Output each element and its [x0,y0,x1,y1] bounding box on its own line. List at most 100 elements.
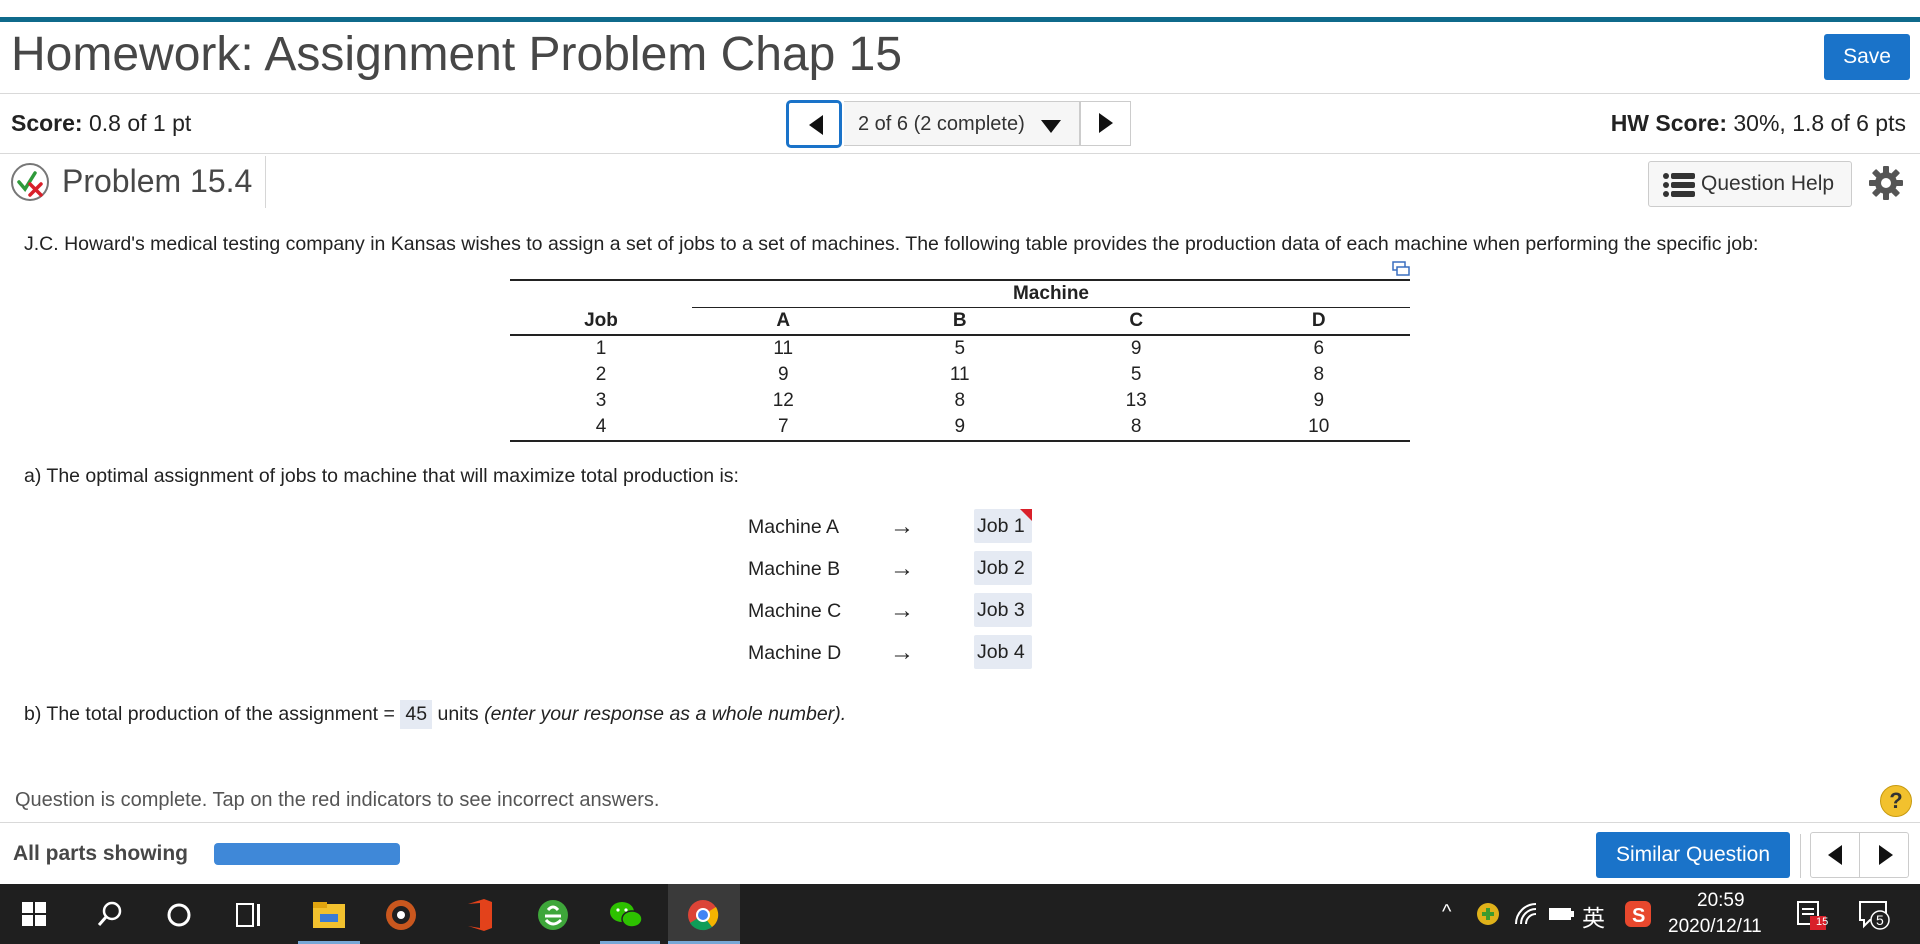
top-accent-bar [0,17,1920,22]
divider [0,93,1920,94]
right-arrow-icon: → [890,513,914,540]
machine-label: Machine D [748,642,842,664]
table-cell: 8 [954,390,966,411]
gear-icon[interactable] [1868,165,1904,201]
question-help-label: Question Help [1701,172,1835,195]
calendar-badge: 15 [1816,916,1829,928]
cortana-icon[interactable] [166,902,192,928]
part-a-text: a) The optimal assignment of jobs to mac… [24,465,739,487]
answer-select-job[interactable]: Job 3 [974,593,1032,627]
production-table: Machine Job A B C D 1 11 5 9 6 2 9 11 5 … [510,279,1410,442]
answer-select-job[interactable]: Job 2 [974,551,1032,585]
battery-icon[interactable] [1548,904,1574,924]
next-question-button[interactable] [1080,101,1131,146]
help-icon[interactable]: ? [1880,785,1912,817]
previous-question-button[interactable] [786,100,842,148]
machine-label: Machine C [748,600,842,622]
question-text: J.C. Howard's medical testing company in… [24,233,1759,255]
table-row: 3 12 8 13 9 [510,388,1410,414]
table-cell: 3 [595,390,607,411]
status-message: Question is complete. Tap on the red ind… [15,789,660,811]
all-parts-label: All parts showing [13,842,189,865]
office-icon[interactable] [466,898,494,932]
clock-time[interactable]: 20:59 [1697,890,1745,912]
table-cell: 11 [949,364,970,385]
wifi-icon[interactable] [1514,902,1538,926]
task-view-icon[interactable] [236,902,264,928]
chrome-icon [688,900,719,931]
table-cell: 9 [1130,338,1142,359]
job-column-header: Job [510,307,692,336]
ime-indicator[interactable]: 英 [1582,899,1605,933]
machine-label: Machine A [748,516,840,538]
divider [265,156,266,208]
answer-select-job[interactable]: Job 4 [974,635,1032,669]
hw-score-value: 30%, 1.8 of 6 pts [1733,110,1906,136]
table-cell: 13 [1125,390,1147,411]
answer-value: Job 1 [977,515,1025,537]
total-production-input[interactable]: 45 [400,700,433,729]
sogou-ime-icon[interactable]: S [1624,900,1652,928]
score: Score: 0.8 of 1 pt [11,110,191,137]
table-cell: 5 [954,338,966,359]
divider [1800,834,1801,878]
column-header: D [1227,307,1410,336]
caret-down-icon [1041,120,1061,133]
chrome-taskbar-button[interactable] [668,884,740,944]
notification-count: 5 [1876,912,1884,928]
security-tray-icon[interactable] [1476,902,1500,926]
ie-browser-icon[interactable] [536,898,570,932]
column-header: B [874,307,1045,336]
hw-score: HW Score: 30%, 1.8 of 6 pts [1611,110,1906,137]
progress-bar [214,843,400,865]
part-b-hint: (enter your response as a whole number). [484,703,847,725]
right-arrow-icon: → [890,639,914,666]
table-row: 1 11 5 9 6 [510,335,1410,362]
problem-title: Problem 15.4 [62,163,253,199]
svg-text:S: S [1632,905,1645,927]
footer-previous-button[interactable] [1810,832,1860,878]
file-explorer-icon[interactable] [312,900,346,930]
footer-next-button[interactable] [1859,832,1909,878]
answer-value: Job 4 [977,641,1025,663]
action-center-icon[interactable] [1858,900,1890,930]
part-b: b) The total production of the assignmen… [24,700,846,729]
answer-select-job[interactable]: Job 1 [974,509,1032,543]
table-cell: 7 [692,414,875,442]
table-cell: 1 [595,338,607,359]
save-button[interactable]: Save [1824,34,1910,80]
table-cell: 9 [777,364,789,385]
table-cell: 5 [1130,364,1142,385]
divider [0,153,1920,154]
question-help-button[interactable]: Question Help [1648,161,1852,207]
table-cell: 8 [1313,364,1325,385]
table-cell: 6 [1313,338,1325,359]
table-cell: 9 [874,414,1045,442]
divider [0,822,1920,823]
question-selector[interactable]: 2 of 6 (2 complete) [844,101,1080,146]
search-icon[interactable] [96,900,124,928]
question-selector-label: 2 of 6 (2 complete) [858,113,1025,135]
right-arrow-icon: → [890,555,914,582]
similar-question-button[interactable]: Similar Question [1596,832,1790,878]
music-player-icon[interactable] [384,898,418,932]
partial-credit-icon [11,163,49,201]
part-b-units: units [437,703,479,725]
column-header: C [1044,307,1228,336]
incorrect-indicator[interactable] [1020,509,1032,521]
expand-table-icon[interactable] [1392,261,1410,276]
table-cell: 8 [1044,414,1228,442]
wechat-icon[interactable] [608,898,644,932]
hw-score-label: HW Score: [1610,110,1727,136]
column-header: A [692,307,875,336]
table-cell: 11 [773,338,794,359]
score-value: 0.8 of 1 pt [88,110,192,136]
table-cell: 4 [510,414,692,442]
clock-date[interactable]: 2020/12/11 [1668,916,1762,938]
table-cell: 9 [1313,390,1325,411]
list-icon [1663,173,1695,197]
windows-start-icon[interactable] [22,902,46,926]
right-arrow-icon: → [890,597,914,624]
page-title: Homework: Assignment Problem Chap 15 [11,28,903,81]
chevron-up-icon[interactable]: ^ [1442,901,1451,924]
